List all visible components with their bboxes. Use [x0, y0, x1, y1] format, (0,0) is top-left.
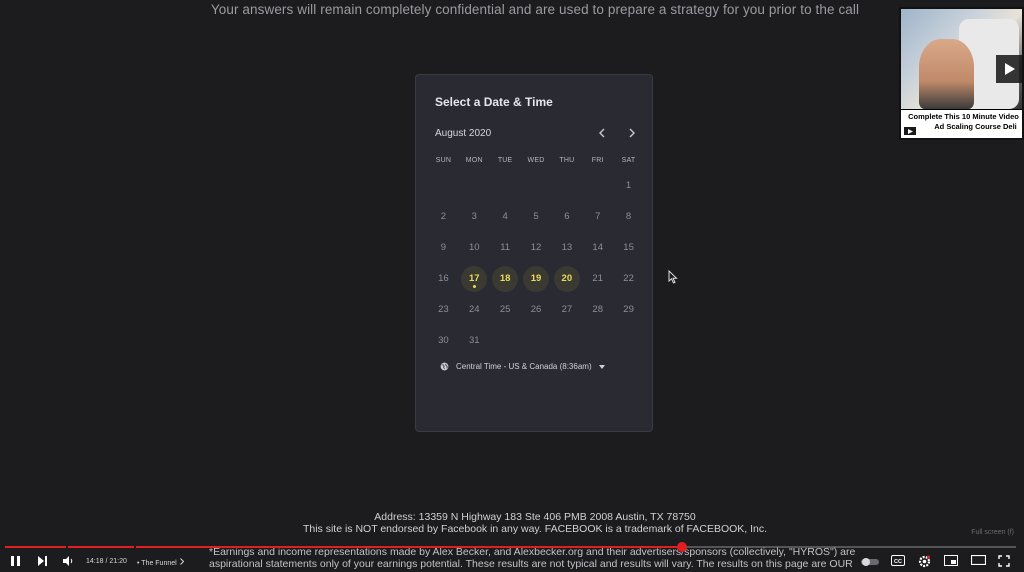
- day-number: 18: [492, 265, 519, 292]
- available-day-17[interactable]: 17: [459, 263, 490, 294]
- empty-day-cell: [582, 170, 613, 201]
- calendar-day-8: 8: [625, 211, 632, 222]
- closed-captions-icon: CC: [891, 555, 905, 566]
- day-number: 20: [553, 265, 580, 292]
- calendar-days-grid: 1 2 3 4 5 6 7 8 9 10 11 12 13 14 15 16 17 18 19 20 21 22 23 24 2…: [428, 170, 644, 356]
- available-day-20[interactable]: 20: [551, 263, 582, 294]
- weekday-label: SAT: [621, 157, 636, 164]
- calendar-day-22: 22: [623, 273, 634, 284]
- weekday-label: MON: [465, 157, 483, 164]
- today-indicator: [472, 285, 476, 288]
- volume-icon: [63, 556, 73, 566]
- pause-button[interactable]: [10, 555, 21, 567]
- empty-day-cell: [521, 170, 552, 201]
- weekday-label: THU: [559, 157, 575, 164]
- calendar-day-23: 23: [438, 304, 449, 315]
- mini-play-icon: [904, 127, 916, 135]
- fullscreen-icon: [998, 555, 1010, 567]
- chevron-right-icon: [629, 128, 635, 138]
- theater-mode-icon: [971, 555, 986, 565]
- player-controls: 14:18 / 21:20 • The Funnel CC: [0, 552, 1024, 572]
- calendar-day-7: 7: [595, 211, 601, 222]
- date-picker-title: Select a Date & Time: [435, 95, 553, 109]
- calendar-day-27: 27: [561, 304, 573, 315]
- play-icon: [996, 55, 1022, 83]
- settings-button[interactable]: [918, 555, 931, 568]
- timezone-selector[interactable]: Central Time - US & Canada (8:36am): [440, 362, 605, 371]
- calendar-day-6: 6: [564, 211, 570, 222]
- day-number: 19: [522, 265, 549, 292]
- calendar-day-31: 31: [468, 335, 480, 346]
- chapter-marker: [134, 546, 136, 548]
- miniplayer-icon: [944, 555, 958, 566]
- calendar-day-11: 11: [500, 242, 511, 253]
- calendar-day-10: 10: [468, 242, 480, 253]
- empty-day-cell: [551, 170, 582, 201]
- chevron-right-icon: [179, 558, 184, 565]
- chapter-link[interactable]: • The Funnel: [137, 558, 185, 567]
- subtitles-button[interactable]: CC: [891, 555, 905, 566]
- chapter-marker: [66, 546, 68, 548]
- autoplay-toggle-icon: [861, 558, 879, 566]
- pause-icon: [11, 556, 20, 566]
- fullscreen-button[interactable]: [998, 555, 1010, 567]
- calendar-day-14: 14: [592, 242, 603, 253]
- time-display: 14:18 / 21:20: [86, 558, 127, 565]
- thumbnail-caption: Complete This 10 Minute Video Ad Scaling…: [901, 110, 1022, 138]
- calendar-day-13: 13: [561, 242, 573, 253]
- weekday-label: WED: [527, 157, 545, 164]
- calendar-day-16: 16: [438, 273, 449, 284]
- calendar-day-25: 25: [499, 304, 511, 315]
- calendar-day-21: 21: [592, 273, 603, 284]
- volume-button[interactable]: [62, 555, 74, 567]
- mouse-cursor-icon: [668, 270, 678, 284]
- empty-day-cell: [459, 170, 490, 201]
- calendar-day-1: 1: [625, 180, 632, 191]
- footer-address: Address: 13359 N Highway 183 Ste 406 PMB…: [374, 511, 696, 523]
- weekday-label: TUE: [497, 157, 513, 164]
- weekday-label: FRI: [591, 157, 604, 164]
- empty-day-cell: [490, 170, 521, 201]
- date-picker-card: Select a Date & Time August 2020 SUN MON…: [415, 74, 653, 432]
- calendar-day-12: 12: [530, 242, 542, 253]
- progress-scrubber-handle[interactable]: [677, 542, 687, 552]
- weekday-header: SUN MON TUE WED THU FRI SAT: [428, 157, 644, 164]
- footer-endorsement: This site is NOT endorsed by Facebook in…: [302, 523, 768, 535]
- calendar-day-24: 24: [468, 304, 480, 315]
- theater-mode-button[interactable]: [971, 555, 986, 565]
- month-label: August 2020: [435, 128, 492, 139]
- calendar-day-30: 30: [438, 335, 449, 346]
- available-day-19[interactable]: 19: [521, 263, 552, 294]
- calendar-day-26: 26: [530, 304, 542, 315]
- page-subtitle: Your answers will remain completely conf…: [210, 2, 860, 17]
- calendar-day-9: 9: [440, 242, 447, 253]
- calendar-day-4: 4: [502, 211, 508, 222]
- autoplay-toggle[interactable]: [860, 557, 880, 567]
- calendar-day-3: 3: [471, 211, 477, 222]
- miniplayer-button[interactable]: [944, 555, 958, 566]
- calendar-day-2: 2: [440, 211, 447, 222]
- progress-fill: [5, 546, 682, 548]
- chevron-left-icon: [599, 128, 605, 138]
- timezone-label: Central Time - US & Canada (8:36am): [456, 362, 592, 371]
- weekday-label: SUN: [435, 157, 452, 164]
- gear-icon: [918, 555, 931, 568]
- calendar-day-28: 28: [592, 304, 603, 315]
- fullscreen-tooltip: Full screen (f): [971, 529, 1014, 536]
- calendar-day-15: 15: [623, 242, 634, 253]
- available-day-18[interactable]: 18: [490, 263, 521, 294]
- globe-icon: [440, 362, 449, 371]
- video-thumbnail[interactable]: Complete This 10 Minute Video Ad Scaling…: [899, 7, 1024, 140]
- calendar-day-5: 5: [533, 211, 539, 222]
- next-video-button[interactable]: [37, 555, 48, 567]
- calendar-day-29: 29: [623, 304, 634, 315]
- next-month-button[interactable]: [625, 126, 639, 140]
- svg-text:CC: CC: [894, 559, 902, 565]
- empty-day-cell: [428, 170, 459, 201]
- video-progress-bar[interactable]: [5, 542, 1016, 552]
- caret-down-icon: [598, 364, 605, 369]
- skip-next-icon: [38, 556, 47, 566]
- previous-month-button[interactable]: [595, 126, 609, 140]
